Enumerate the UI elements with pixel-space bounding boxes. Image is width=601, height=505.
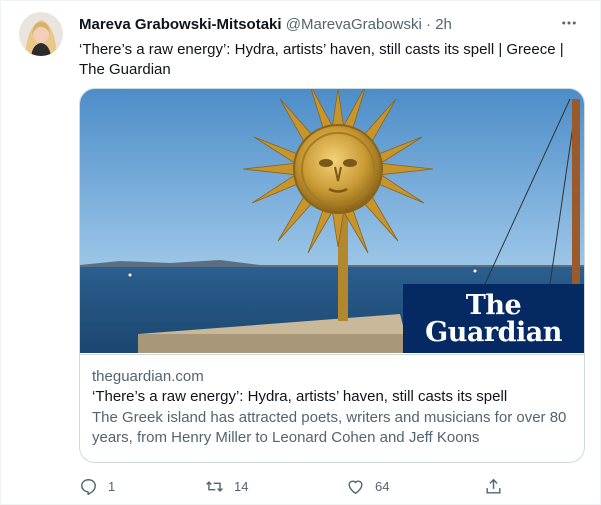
retweet-count: 14: [234, 478, 249, 494]
link-card[interactable]: The Guardian theguardian.com ‘There’s a …: [79, 88, 585, 463]
author-name[interactable]: Mareva Grabowski-Mitsotaki: [79, 16, 282, 33]
card-title: ‘There’s a raw energy’: Hydra, artists’ …: [92, 388, 508, 405]
card-domain: theguardian.com: [92, 368, 204, 385]
heart-icon: [348, 480, 363, 494]
retweet-button[interactable]: 14: [205, 473, 248, 499]
logo-line-1: The: [465, 289, 522, 321]
tweet-header: Mareva Grabowski-Mitsotaki @MarevaGrabow…: [79, 15, 550, 35]
tweet-text: ‘There’s a raw energy’: Hydra, artists’ …: [79, 41, 564, 78]
tweet[interactable]: Mareva Grabowski-Mitsotaki @MarevaGrabow…: [0, 0, 601, 505]
reply-count: 1: [108, 478, 116, 494]
reply-button[interactable]: 1: [79, 473, 115, 499]
share-icon: [486, 478, 501, 494]
timestamp[interactable]: 2h: [435, 16, 452, 33]
tweet-actions: 1 14 64: [73, 473, 513, 499]
like-count: 64: [375, 478, 390, 494]
reply-icon: [81, 478, 96, 495]
guardian-logo: The Guardian: [403, 284, 584, 353]
avatar[interactable]: [19, 12, 63, 56]
more-button[interactable]: [554, 11, 584, 35]
author-handle[interactable]: @MarevaGrabowski: [286, 16, 422, 33]
card-description: The Greek island has attracted poets, wr…: [92, 409, 567, 446]
like-button[interactable]: 64: [346, 473, 389, 499]
card-body[interactable]: theguardian.com ‘There’s a raw energy’: …: [80, 354, 584, 462]
more-horizontal-icon: [562, 21, 576, 25]
share-button[interactable]: [484, 473, 503, 499]
logo-line-2: Guardian: [425, 316, 562, 348]
separator-dot: ·: [426, 16, 432, 33]
retweet-icon: [206, 480, 223, 492]
